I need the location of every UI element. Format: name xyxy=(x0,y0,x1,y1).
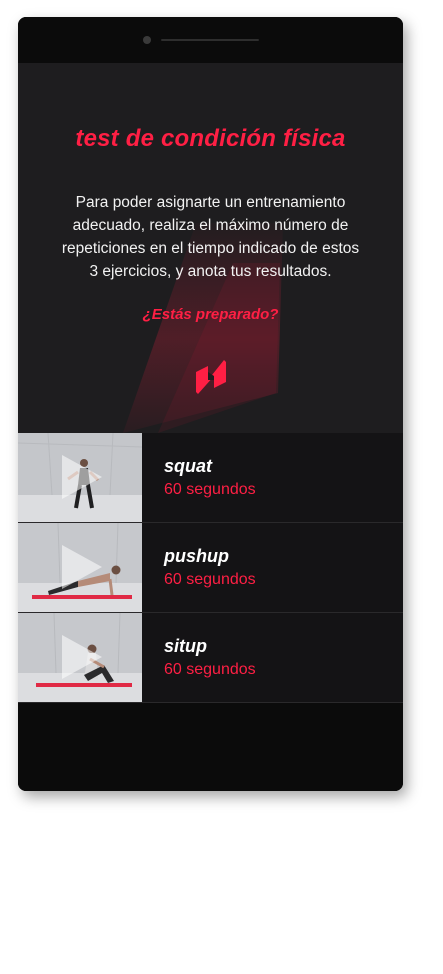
exercise-name: situp xyxy=(164,636,207,656)
camera-icon xyxy=(143,36,151,44)
exercise-name: pushup xyxy=(164,546,229,566)
exercise-info: pushup 60 segundos xyxy=(164,545,256,591)
exercise-duration: 60 segundos xyxy=(164,661,256,678)
exercise-duration: 60 segundos xyxy=(164,571,256,588)
exercise-video-thumbnail[interactable] xyxy=(18,613,142,702)
speaker-grille xyxy=(161,39,259,41)
app-screen: test de condición física Para poder asig… xyxy=(18,63,403,703)
exercise-info: situp 60 segundos xyxy=(164,635,256,681)
exercise-info: squat 60 segundos xyxy=(164,455,256,501)
phone-frame: test de condición física Para poder asig… xyxy=(18,17,403,791)
lightning-logo-icon xyxy=(196,360,226,394)
phone-top-bezel xyxy=(18,17,403,63)
page-title: test de condición física xyxy=(75,125,346,152)
exercise-video-thumbnail[interactable] xyxy=(18,433,142,522)
exercise-name: squat xyxy=(164,456,213,476)
exercise-duration: 60 segundos xyxy=(164,481,256,498)
instructions-text: Para poder asignarte un entrenamiento ad… xyxy=(61,194,360,280)
exercise-row-pushup[interactable]: pushup 60 segundos xyxy=(18,523,403,613)
phone-bottom-bezel xyxy=(18,747,403,791)
exercise-row-squat[interactable]: squat 60 segundos xyxy=(18,433,403,523)
exercise-row-situp[interactable]: situp 60 segundos xyxy=(18,613,403,703)
hero-section: test de condición física Para poder asig… xyxy=(18,63,403,433)
exercise-list: squat 60 segundos pushup 60 segundos sit… xyxy=(18,433,403,703)
ready-question: ¿Estás preparado? xyxy=(142,306,279,323)
exercise-video-thumbnail[interactable] xyxy=(18,523,142,612)
